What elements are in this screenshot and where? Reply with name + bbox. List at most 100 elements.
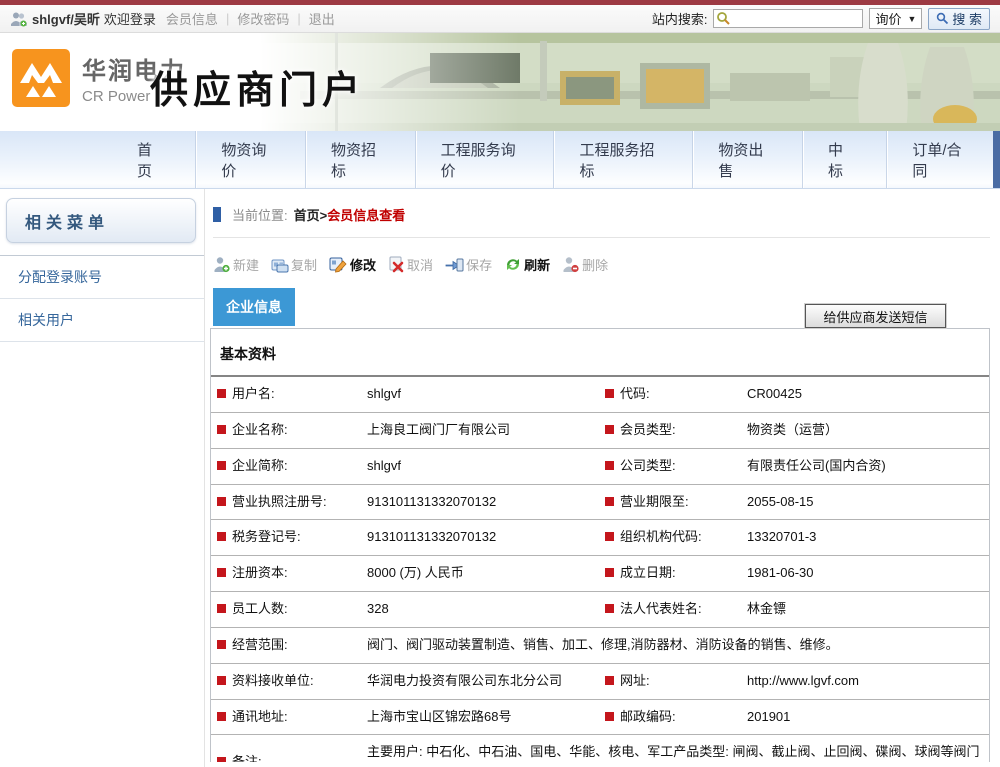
search-input-magnifier-icon <box>716 11 731 26</box>
field-value: 913101131332070132 <box>361 484 599 520</box>
red-bullet-icon <box>217 532 226 541</box>
sidebar-item-assign-login-account[interactable]: 分配登录账号 <box>0 256 204 299</box>
red-bullet-icon <box>217 497 226 506</box>
user-delete-icon <box>562 256 580 273</box>
breadcrumb-marker-icon <box>213 207 221 222</box>
field-value: 有限责任公司(国内合资) <box>741 448 989 484</box>
red-bullet-icon <box>217 757 226 762</box>
breadcrumb-home-link[interactable]: 首页> <box>294 205 328 224</box>
table-row: 用户名:shlgvf代码:CR00425 <box>211 377 989 412</box>
field-value: 主要用户: 中石化、中石油、国电、华能、核电、军工产品类型: 闸阀、截止阀、止回… <box>361 735 989 762</box>
main-content: 当前位置: 首页> 会员信息查看 新建 <box>205 189 1000 767</box>
table-row: 注册资本:8000 (万) 人民币成立日期:1981-06-30 <box>211 556 989 592</box>
field-value: CR00425 <box>741 377 989 412</box>
save-button-label: 保存 <box>466 255 492 274</box>
field-value: 1981-06-30 <box>741 556 989 592</box>
field-value: 201901 <box>741 699 989 735</box>
modify-button[interactable]: 修改 <box>329 255 376 274</box>
field-label: 员工人数: <box>211 592 361 628</box>
field-value: 913101131332070132 <box>361 520 599 556</box>
user-add-icon <box>213 256 231 273</box>
nav-item-home[interactable]: 首 页 <box>112 131 195 188</box>
header-banner: 华润电力 CR Power 供应商门户 <box>0 33 1000 131</box>
red-bullet-icon <box>605 712 614 721</box>
field-label: 用户名: <box>211 377 361 412</box>
delete-button[interactable]: 删除 <box>562 255 608 274</box>
red-bullet-icon <box>605 497 614 506</box>
search-button[interactable]: 搜 索 <box>928 8 990 30</box>
topbar: shlgvf/吴昕 欢迎登录 会员信息 | 修改密码 | 退出 站内搜索: 询价… <box>0 5 1000 33</box>
basic-info-table: 用户名:shlgvf代码:CR00425企业名称:上海良工阀门厂有限公司会员类型… <box>211 377 989 762</box>
tab-bar: 企业信息 给供应商发送短信 <box>205 288 1000 328</box>
field-label: 经营范围: <box>211 627 361 663</box>
refresh-button[interactable]: 刷新 <box>504 255 550 274</box>
cr-power-logo-icon <box>12 49 70 107</box>
logout-link[interactable]: 退出 <box>309 9 335 28</box>
red-bullet-icon <box>217 712 226 721</box>
sidebar-title: 相关菜单 <box>6 198 196 243</box>
table-row: 备注:主要用户: 中石化、中石油、国电、华能、核电、军工产品类型: 闸阀、截止阀… <box>211 735 989 762</box>
tab-company-info[interactable]: 企业信息 <box>213 288 295 326</box>
nav-item-material-inquiry[interactable]: 物资询价 <box>195 131 305 188</box>
red-bullet-icon <box>217 676 226 685</box>
red-bullet-icon <box>217 389 226 398</box>
modify-button-label: 修改 <box>350 255 376 274</box>
link-separator: | <box>297 11 300 26</box>
field-value: 上海市宝山区锦宏路68号 <box>361 699 599 735</box>
cancel-button[interactable]: 取消 <box>388 255 433 274</box>
nav-item-service-inquiry[interactable]: 工程服务询价 <box>415 131 554 188</box>
cancel-button-label: 取消 <box>407 255 433 274</box>
field-value: 华润电力投资有限公司东北分公司 <box>361 663 599 699</box>
portal-title: 供应商门户 <box>150 59 365 114</box>
welcome-text: 欢迎登录 <box>104 9 156 28</box>
field-label: 税务登记号: <box>211 520 361 556</box>
change-password-link[interactable]: 修改密码 <box>237 9 289 28</box>
field-label: 企业简称: <box>211 448 361 484</box>
field-label: 通讯地址: <box>211 699 361 735</box>
search-category-dropdown[interactable]: 询价 ▼ <box>869 8 922 29</box>
field-label: 营业期限至: <box>599 484 741 520</box>
send-sms-to-supplier-button[interactable]: 给供应商发送短信 <box>805 304 946 328</box>
nav-item-material-sale[interactable]: 物资出售 <box>692 131 802 188</box>
nav-item-winning-bid[interactable]: 中 标 <box>802 131 886 188</box>
refresh-icon <box>504 256 522 273</box>
site-search-input[interactable] <box>713 9 863 28</box>
field-label: 资料接收单位: <box>211 663 361 699</box>
company-info-panel: 基本资料 用户名:shlgvf代码:CR00425企业名称:上海良工阀门厂有限公… <box>210 328 990 762</box>
field-value: 上海良工阀门厂有限公司 <box>361 412 599 448</box>
field-value: 阀门、阀门驱动装置制造、销售、加工、修理,消防器材、消防设备的销售、维修。 <box>361 627 989 663</box>
table-row: 资料接收单位:华润电力投资有限公司东北分公司网址:http://www.lgvf… <box>211 663 989 699</box>
site-search-label: 站内搜索: <box>652 9 708 28</box>
save-button[interactable]: 保存 <box>445 255 492 274</box>
search-button-label: 搜 索 <box>952 9 982 28</box>
breadcrumb: 当前位置: 首页> 会员信息查看 <box>205 189 1000 224</box>
logged-in-user: shlgvf/吴昕 <box>32 9 100 28</box>
nav-item-orders-contracts[interactable]: 订单/合同 <box>886 131 1000 188</box>
nav-item-service-bidding[interactable]: 工程服务招标 <box>553 131 692 188</box>
nav-item-material-bidding[interactable]: 物资招标 <box>305 131 415 188</box>
field-label: 注册资本: <box>211 556 361 592</box>
field-value: shlgvf <box>361 448 599 484</box>
field-label: 成立日期: <box>599 556 741 592</box>
member-info-link[interactable]: 会员信息 <box>166 9 218 28</box>
field-value: 物资类（运营） <box>741 412 989 448</box>
field-label: 法人代表姓名: <box>599 592 741 628</box>
new-button[interactable]: 新建 <box>213 255 259 274</box>
table-row: 通讯地址:上海市宝山区锦宏路68号邮政编码:201901 <box>211 699 989 735</box>
field-label: 邮政编码: <box>599 699 741 735</box>
chevron-down-icon: ▼ <box>907 14 916 24</box>
red-bullet-icon <box>217 568 226 577</box>
field-label: 会员类型: <box>599 412 741 448</box>
cancel-icon <box>388 256 405 273</box>
save-icon <box>445 257 464 273</box>
link-separator: | <box>226 11 229 26</box>
copy-button[interactable]: 复制 <box>271 255 317 274</box>
field-label: 公司类型: <box>599 448 741 484</box>
field-value: shlgvf <box>361 377 599 412</box>
sidebar-item-related-users[interactable]: 相关用户 <box>0 299 204 342</box>
new-button-label: 新建 <box>233 255 259 274</box>
red-bullet-icon <box>605 568 614 577</box>
field-label: 组织机构代码: <box>599 520 741 556</box>
edit-icon <box>329 256 348 273</box>
field-label: 代码: <box>599 377 741 412</box>
